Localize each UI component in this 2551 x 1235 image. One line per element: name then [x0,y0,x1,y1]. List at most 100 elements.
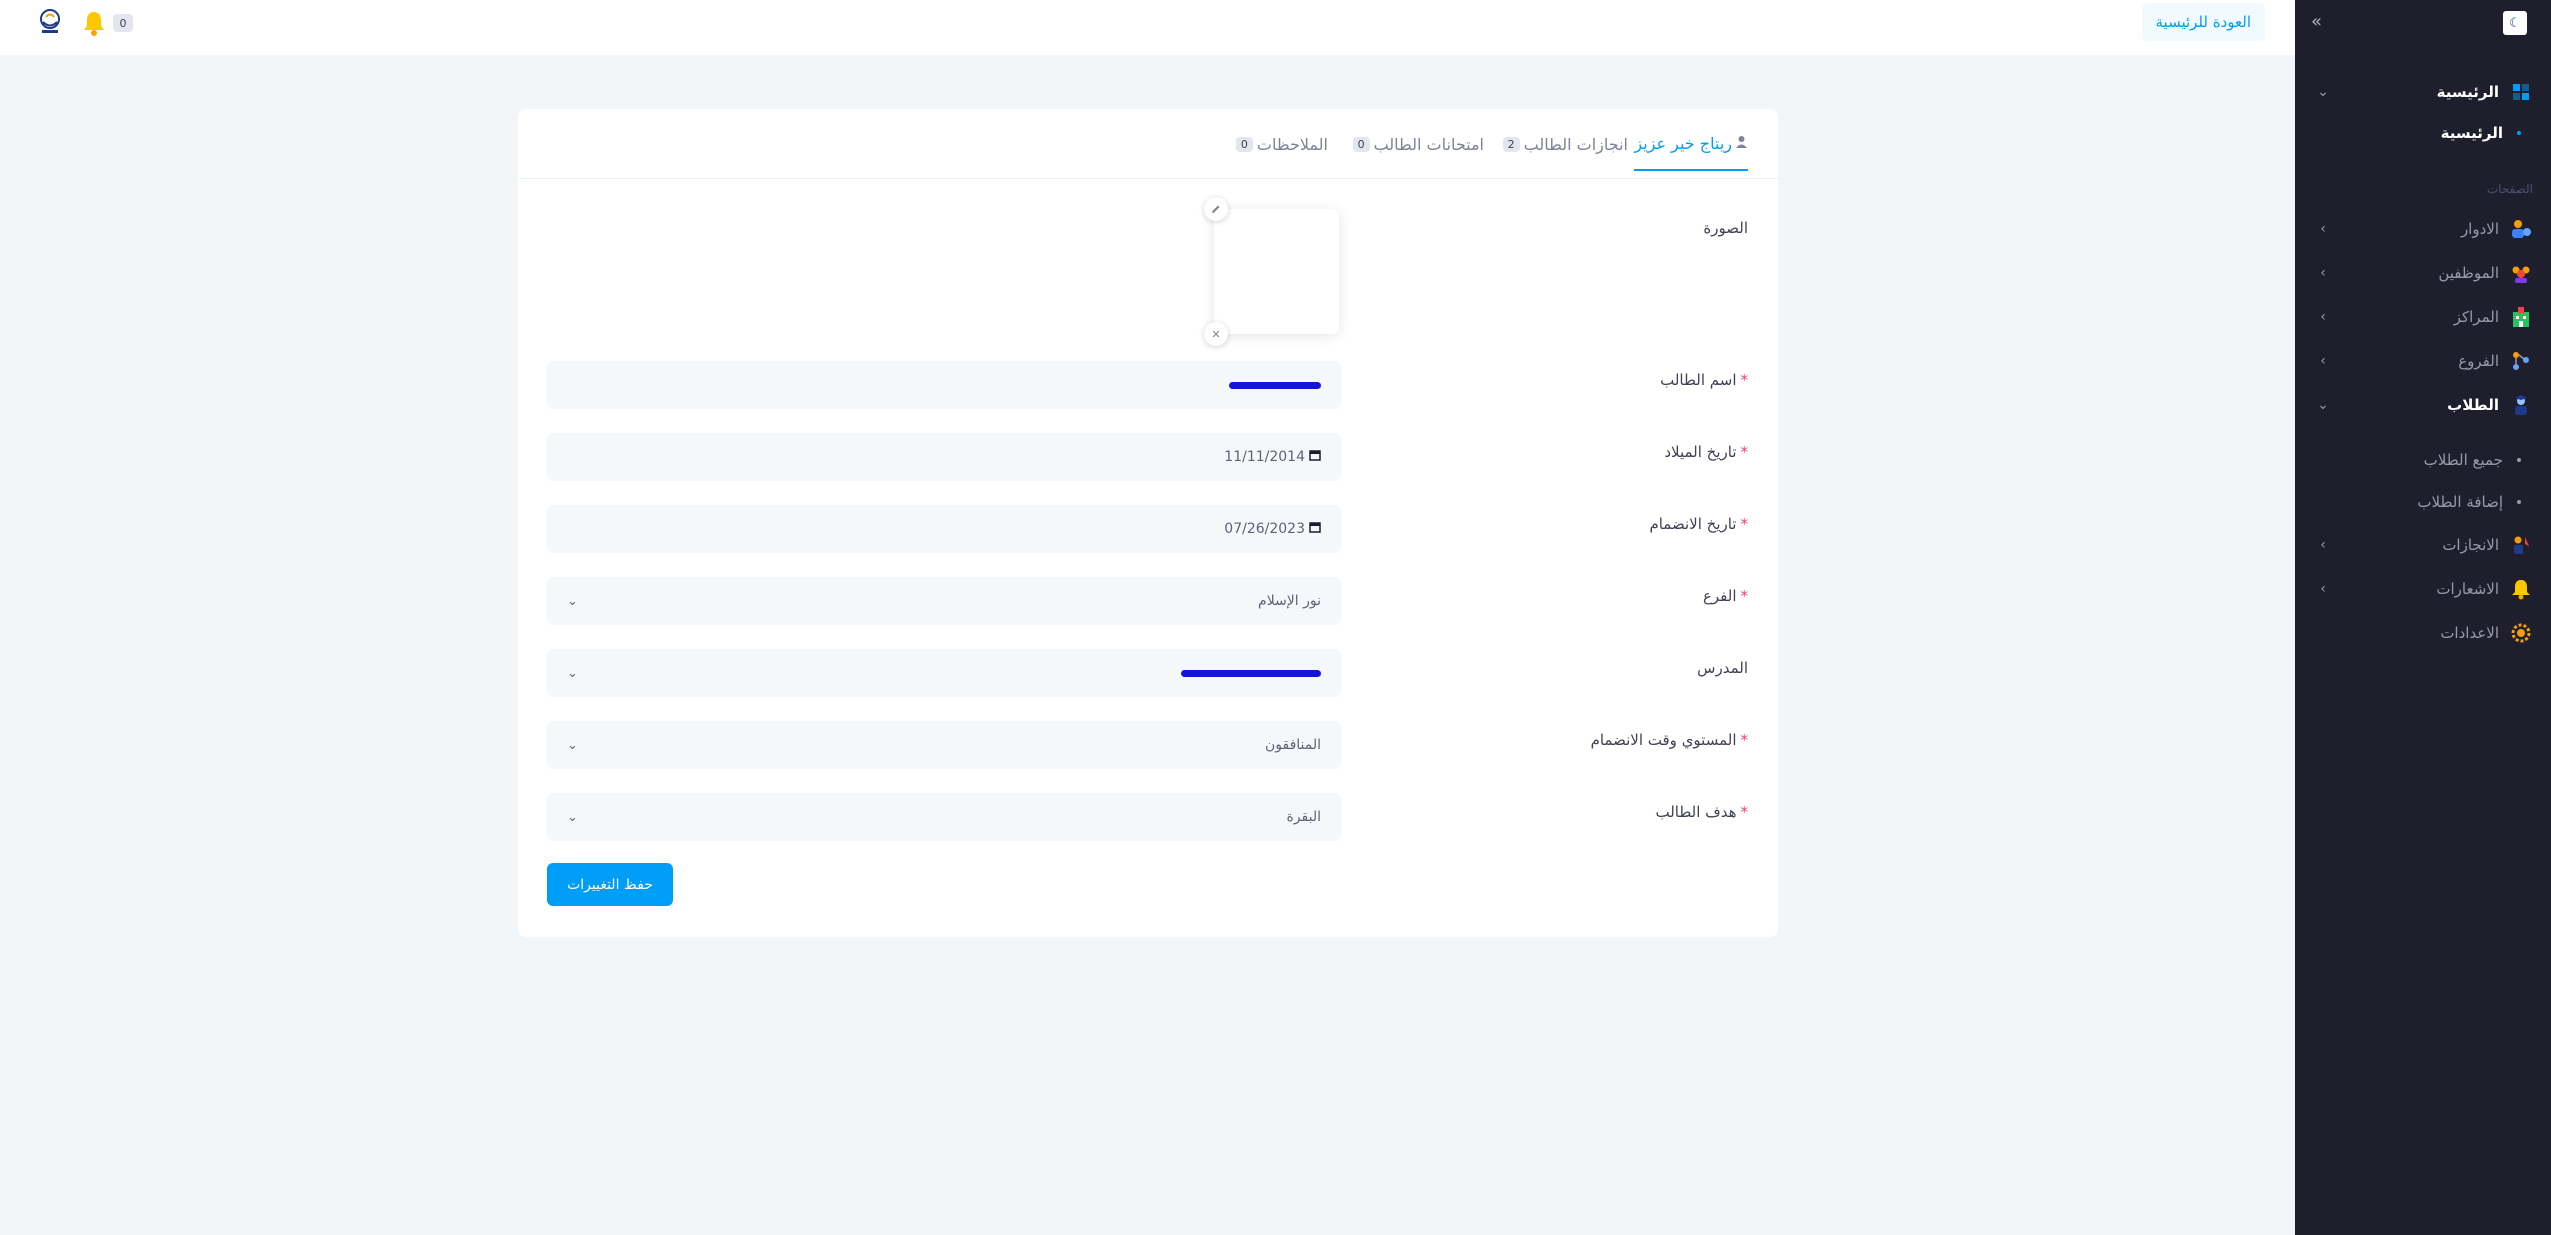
top-header: العودة للرئيسية 0 [0,0,2295,55]
sidebar-label: إضافة الطلاب [2417,493,2503,511]
edit-pencil-icon[interactable] [1204,197,1228,221]
chevron-down-icon: ⌄ [2317,397,2329,413]
tab-label: امتحانات الطالب [1373,134,1484,154]
label-text: المستوي وقت الانضمام [1590,731,1737,749]
label-text: هدف الطالب [1655,803,1737,821]
join-level-label: *المستوي وقت الانضمام [1591,731,1748,749]
app-logo[interactable] [35,7,65,41]
sidebar-header: ☾ » [2295,0,2551,48]
sidebar-item-settings[interactable]: الاعدادات [2295,613,2551,653]
sidebar-label: جميع الطلاب [2423,451,2503,469]
notifications-count-badge: 0 [113,14,133,32]
sidebar-label: الاشعارات [2436,580,2499,598]
image-label: الصورة [1703,219,1748,237]
student-name-input[interactable] [547,361,1341,409]
tab-notes[interactable]: الملاحظات 0 [1235,109,1328,179]
tab-student-achievements[interactable]: انجازات الطالب 2 [1502,109,1628,179]
tab-count-badge: 0 [1235,136,1253,152]
bullet-dot [2517,131,2521,135]
student-icon [2509,393,2533,417]
tab-student-profile-label: ريتاج خير عزيز [1634,133,1732,153]
sidebar-label: الانجازات [2442,536,2499,554]
birth-date-input[interactable]: 11/11/2014 [547,433,1341,481]
student-goal-select[interactable]: البقرة ⌄ [547,793,1341,841]
sidebar-label: الطلاب [2447,396,2499,414]
chevron-left-icon: › [2320,537,2326,553]
tab-student-exams[interactable]: امتحانات الطالب 0 [1352,109,1484,179]
redacted-teacher [1181,670,1321,677]
notifications-bell-icon[interactable] [82,10,106,42]
chevron-down-icon: ⌄ [567,593,578,609]
chevron-left-icon: › [2320,265,2326,281]
sidebar-label: الموظفين [2438,264,2499,282]
dashboard-icon [2509,80,2533,104]
remove-close-icon[interactable]: ✕ [1204,322,1228,346]
sidebar-item-roles[interactable]: الادوار › [2295,209,2551,249]
branch-label: *الفرع [1703,587,1748,605]
required-mark: * [1740,587,1749,605]
join-level-select[interactable]: المنافقون ⌄ [547,721,1341,769]
goal-value: البقرة [1286,809,1321,825]
required-mark: * [1740,515,1749,533]
sidebar-item-achievements[interactable]: الانجازات › [2295,525,2551,565]
join-date-value: 07/26/2023 [1224,521,1305,537]
label-text: الفرع [1702,587,1737,605]
student-tabs: ريتاج خير عزيز انجازات الطالب 2 امتحانات… [518,109,1778,179]
collapse-sidebar-icon[interactable]: » [2311,11,2322,32]
branch-value: نور الإسلام [1258,593,1321,609]
employees-icon [2509,261,2533,285]
save-changes-button[interactable]: حفظ التغييرات [547,863,673,906]
join-date-input[interactable]: 07/26/2023 [547,505,1341,553]
tab-student-profile[interactable]: ريتاج خير عزيز [1634,109,1748,171]
chevron-left-icon: › [2320,353,2326,369]
join-date-label: *تاريخ الانضمام [1649,515,1748,533]
required-mark: * [1740,803,1749,821]
label-text: تاريخ الانضمام [1649,515,1737,533]
branch-select[interactable]: نور الإسلام ⌄ [547,577,1341,625]
sidebar-label: الرئيسية [2440,124,2503,142]
chevron-left-icon: › [2320,581,2326,597]
sidebar-label: الاعدادات [2440,624,2499,642]
sidebar-item-students[interactable]: الطلاب ⌄ [2295,385,2551,425]
sidebar-label: المراكز [2453,308,2499,326]
sidebar-item-notifications[interactable]: الاشعارات › [2295,569,2551,609]
sidebar-item-centers[interactable]: المراكز › [2295,297,2551,337]
chevron-down-icon: ⌄ [567,665,578,681]
redacted-name [1229,382,1321,389]
sidebar: ☾ » الرئيسية ⌄ الرئيسية الصفحات الادوار … [2295,0,2551,1235]
sidebar-item-employees[interactable]: الموظفين › [2295,253,2551,293]
user-icon [1735,135,1748,152]
logo-emblem-icon [40,9,60,33]
sidebar-label: الادوار [2460,220,2499,238]
roles-icon [2509,217,2533,241]
chevron-down-icon: ⌄ [567,809,578,825]
sidebar-label: الرئيسية [2436,83,2499,101]
tab-label: انجازات الطالب [1523,134,1628,154]
required-mark: * [1740,443,1749,461]
sidebar-item-branches[interactable]: الفروع › [2295,341,2551,381]
calendar-icon[interactable] [1309,449,1321,465]
sidebar-item-home[interactable]: الرئيسية ⌄ [2295,72,2551,112]
sidebar-logo[interactable]: ☾ [2503,11,2527,35]
sidebar-label: الفروع [2458,352,2499,370]
student-edit-card: ريتاج خير عزيز انجازات الطالب 2 امتحانات… [518,109,1778,937]
bullet-dot [2517,500,2521,504]
birth-date-label: *تاريخ الميلاد [1664,443,1748,461]
tab-count-badge: 2 [1502,136,1520,152]
student-photo-preview[interactable] [1214,209,1339,334]
teacher-select[interactable]: ⌄ [547,649,1341,697]
chevron-left-icon: › [2320,221,2326,237]
branches-icon [2509,349,2533,373]
bell-icon [2509,577,2533,601]
calendar-icon[interactable] [1309,521,1321,537]
label-text: تاريخ الميلاد [1664,443,1737,461]
birth-date-value: 11/11/2014 [1224,449,1305,465]
back-to-home-button[interactable]: العودة للرئيسية [2141,3,2265,41]
sidebar-sub-all-students[interactable]: جميع الطلاب [2295,442,2551,478]
required-mark: * [1740,731,1749,749]
sidebar-sub-home[interactable]: الرئيسية [2295,115,2551,151]
chevron-down-icon: ⌄ [2317,84,2329,100]
centers-icon [2509,305,2533,329]
teacher-label: المدرس [1697,659,1748,677]
sidebar-sub-add-student[interactable]: إضافة الطلاب [2295,484,2551,520]
